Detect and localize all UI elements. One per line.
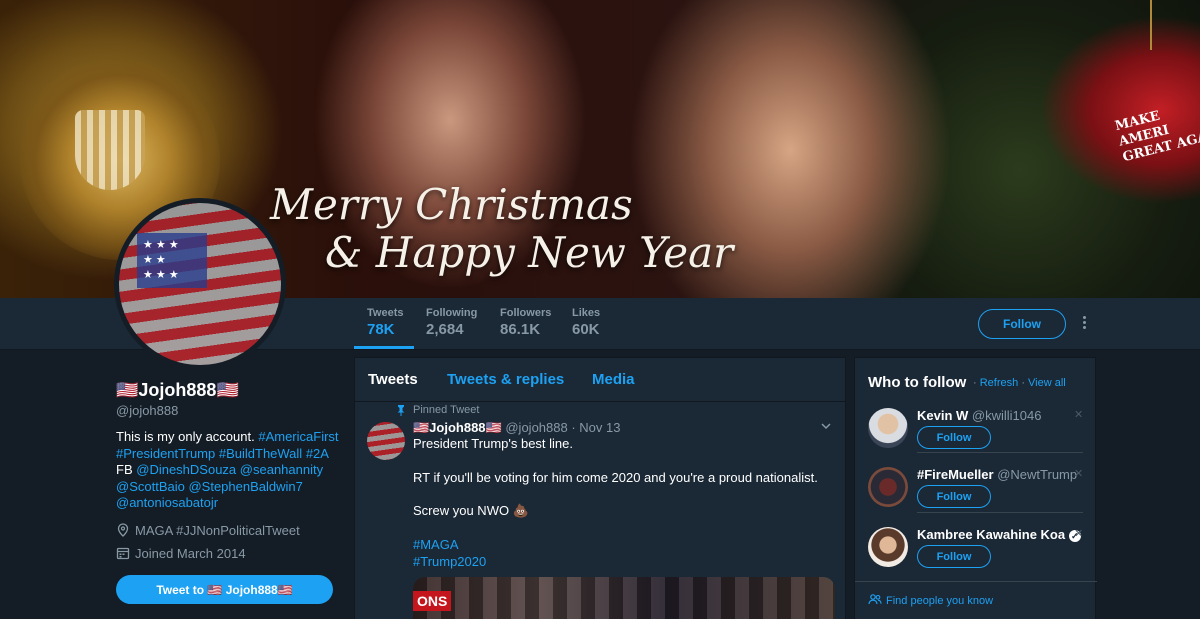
suggestion-avatar[interactable] xyxy=(868,527,908,567)
location-pin-icon xyxy=(117,523,129,537)
suggestion-avatar[interactable] xyxy=(868,408,908,448)
view-all-link[interactable]: View all xyxy=(1028,377,1066,389)
tweet-author-name[interactable]: 🇺🇸Jojoh888🇺🇸 xyxy=(413,420,502,435)
find-people-text[interactable]: Find people you know xyxy=(886,595,993,607)
tweet-hashtag-link[interactable]: #Trump2020 xyxy=(413,554,833,571)
bio-mention-link[interactable]: @DineshDSouza xyxy=(136,462,236,477)
refresh-link[interactable]: Refresh xyxy=(980,377,1019,389)
tab-tweets-and-replies[interactable]: Tweets & replies xyxy=(447,371,564,388)
stat-label: Following xyxy=(426,307,478,319)
stat-following[interactable]: Following 2,684 xyxy=(426,307,477,338)
suggestion-follow-button[interactable]: Follow xyxy=(917,426,991,449)
media-overlay-label: ONS xyxy=(413,591,452,611)
stat-label: Followers xyxy=(500,307,552,319)
suggestion-name[interactable]: Kevin W @kwilli1046 xyxy=(917,408,1041,423)
stat-likes[interactable]: Likes 60K xyxy=(572,307,600,338)
tweet-header: 🇺🇸Jojoh888🇺🇸 @jojoh888 · Nov 13 xyxy=(413,420,620,436)
people-icon xyxy=(868,594,882,605)
bio-hashtag-link[interactable]: #2A xyxy=(306,446,328,461)
bio-mention-link[interactable]: @ScottBaio xyxy=(116,479,185,494)
suggestion-item: Kevin W @kwilli1046 ✕ Follow xyxy=(855,404,1097,464)
bio-hashtag-link[interactable]: #BuildTheWall xyxy=(219,446,302,461)
location-text: MAGA #JJNonPoliticalTweet xyxy=(135,523,300,538)
ornament-string xyxy=(1150,0,1152,50)
suggestion-item: #FireMueller @NewtTrump ✕ Follow xyxy=(855,463,1097,523)
tweet-line: President Trump's best line. xyxy=(413,436,573,451)
suggestion-name[interactable]: Kambree Kawahine Koa ✓ xyxy=(917,527,1081,542)
joined-text: Joined March 2014 xyxy=(135,546,246,561)
tweet-author-handle[interactable]: @jojoh888 xyxy=(505,420,567,435)
stat-label: Tweets xyxy=(367,307,404,319)
banner-greeting-line2: & Happy New Year xyxy=(325,228,734,277)
stat-value: 86.1K xyxy=(500,321,541,338)
banner-hat-text: MAKE AMERI GREAT AGA xyxy=(1113,108,1200,166)
tab-tweets[interactable]: Tweets xyxy=(368,371,418,388)
tweet-to-button[interactable]: Tweet to 🇺🇸 Jojoh888🇺🇸 xyxy=(116,575,333,604)
profile-handle[interactable]: @jojoh888 xyxy=(116,403,178,418)
profile-joined: Joined March 2014 xyxy=(116,546,246,561)
stat-followers[interactable]: Followers 86.1K xyxy=(500,307,551,338)
profile-bio: This is my only account. #AmericaFirst #… xyxy=(116,429,346,512)
bio-text: FB xyxy=(116,462,133,477)
tweet-author-avatar[interactable] xyxy=(367,422,405,460)
divider xyxy=(917,452,1083,453)
suggestion-follow-button[interactable]: Follow xyxy=(917,545,991,568)
who-to-follow-title: Who to follow xyxy=(868,374,967,391)
tweet-line: Screw you NWO 💩 xyxy=(413,503,529,519)
pinned-tweet-label: Pinned Tweet xyxy=(413,404,480,416)
bio-mention-link[interactable]: @antoniosabatojr xyxy=(116,495,218,510)
banner-greeting-line1: Merry Christmas xyxy=(270,180,633,229)
tweet-date[interactable]: · Nov 13 xyxy=(571,420,620,435)
crowd-image xyxy=(413,577,835,619)
tweet-line: RT if you'll be voting for him come 2020… xyxy=(413,469,818,485)
timeline-panel: Tweets Tweets & replies Media Pinned Twe… xyxy=(354,357,846,619)
stat-value: 60K xyxy=(572,321,600,338)
tweet-media-video[interactable]: ONS xyxy=(413,577,835,619)
bio-text: This is my only account. xyxy=(116,429,255,444)
profile-location: MAGA #JJNonPoliticalTweet xyxy=(116,523,300,538)
divider xyxy=(917,512,1083,513)
who-to-follow-links: · Refresh · View all xyxy=(973,377,1066,389)
profile-name[interactable]: 🇺🇸Jojoh888🇺🇸 xyxy=(116,380,239,401)
more-options-icon[interactable] xyxy=(1080,316,1088,332)
stat-label: Likes xyxy=(572,307,601,319)
flag-union-overlay xyxy=(137,233,207,288)
dismiss-icon[interactable]: ✕ xyxy=(1074,408,1083,421)
stat-value: 78K xyxy=(367,321,395,338)
bio-mention-link[interactable]: @StephenBaldwin7 xyxy=(188,479,302,494)
stat-value: 2,684 xyxy=(426,321,464,338)
pin-icon xyxy=(397,405,405,416)
stat-tweets[interactable]: Tweets 78K xyxy=(367,307,403,338)
who-to-follow-panel: Who to follow · Refresh · View all Kevin… xyxy=(854,357,1097,619)
tweet-text: President Trump's best line. RT if you'l… xyxy=(413,436,833,570)
divider xyxy=(855,581,1097,582)
dismiss-icon[interactable]: ✕ xyxy=(1074,467,1083,480)
seal-shield-image xyxy=(75,110,145,190)
suggestion-item: Kambree Kawahine Koa ✓ ✕ Follow xyxy=(855,523,1097,583)
chevron-down-icon[interactable] xyxy=(821,422,831,430)
bio-hashtag-link[interactable]: #AmericaFirst xyxy=(258,429,338,444)
bio-hashtag-link[interactable]: #PresidentTrump xyxy=(116,446,215,461)
calendar-icon xyxy=(116,547,130,560)
profile-avatar[interactable] xyxy=(114,198,286,370)
suggestion-avatar[interactable] xyxy=(868,467,908,507)
tweet-hashtag-link[interactable]: #MAGA xyxy=(413,537,833,554)
find-people-link[interactable]: Find people you know xyxy=(868,594,993,607)
dismiss-icon[interactable]: ✕ xyxy=(1074,527,1083,540)
tab-media[interactable]: Media xyxy=(592,371,635,388)
suggestion-follow-button[interactable]: Follow xyxy=(917,485,991,508)
timeline-tabs: Tweets Tweets & replies Media xyxy=(355,358,845,402)
suggestion-name[interactable]: #FireMueller @NewtTrump xyxy=(917,467,1077,482)
follow-button[interactable]: Follow xyxy=(978,309,1066,339)
bio-mention-link[interactable]: @seanhannity xyxy=(240,462,323,477)
active-stat-indicator xyxy=(354,346,414,349)
